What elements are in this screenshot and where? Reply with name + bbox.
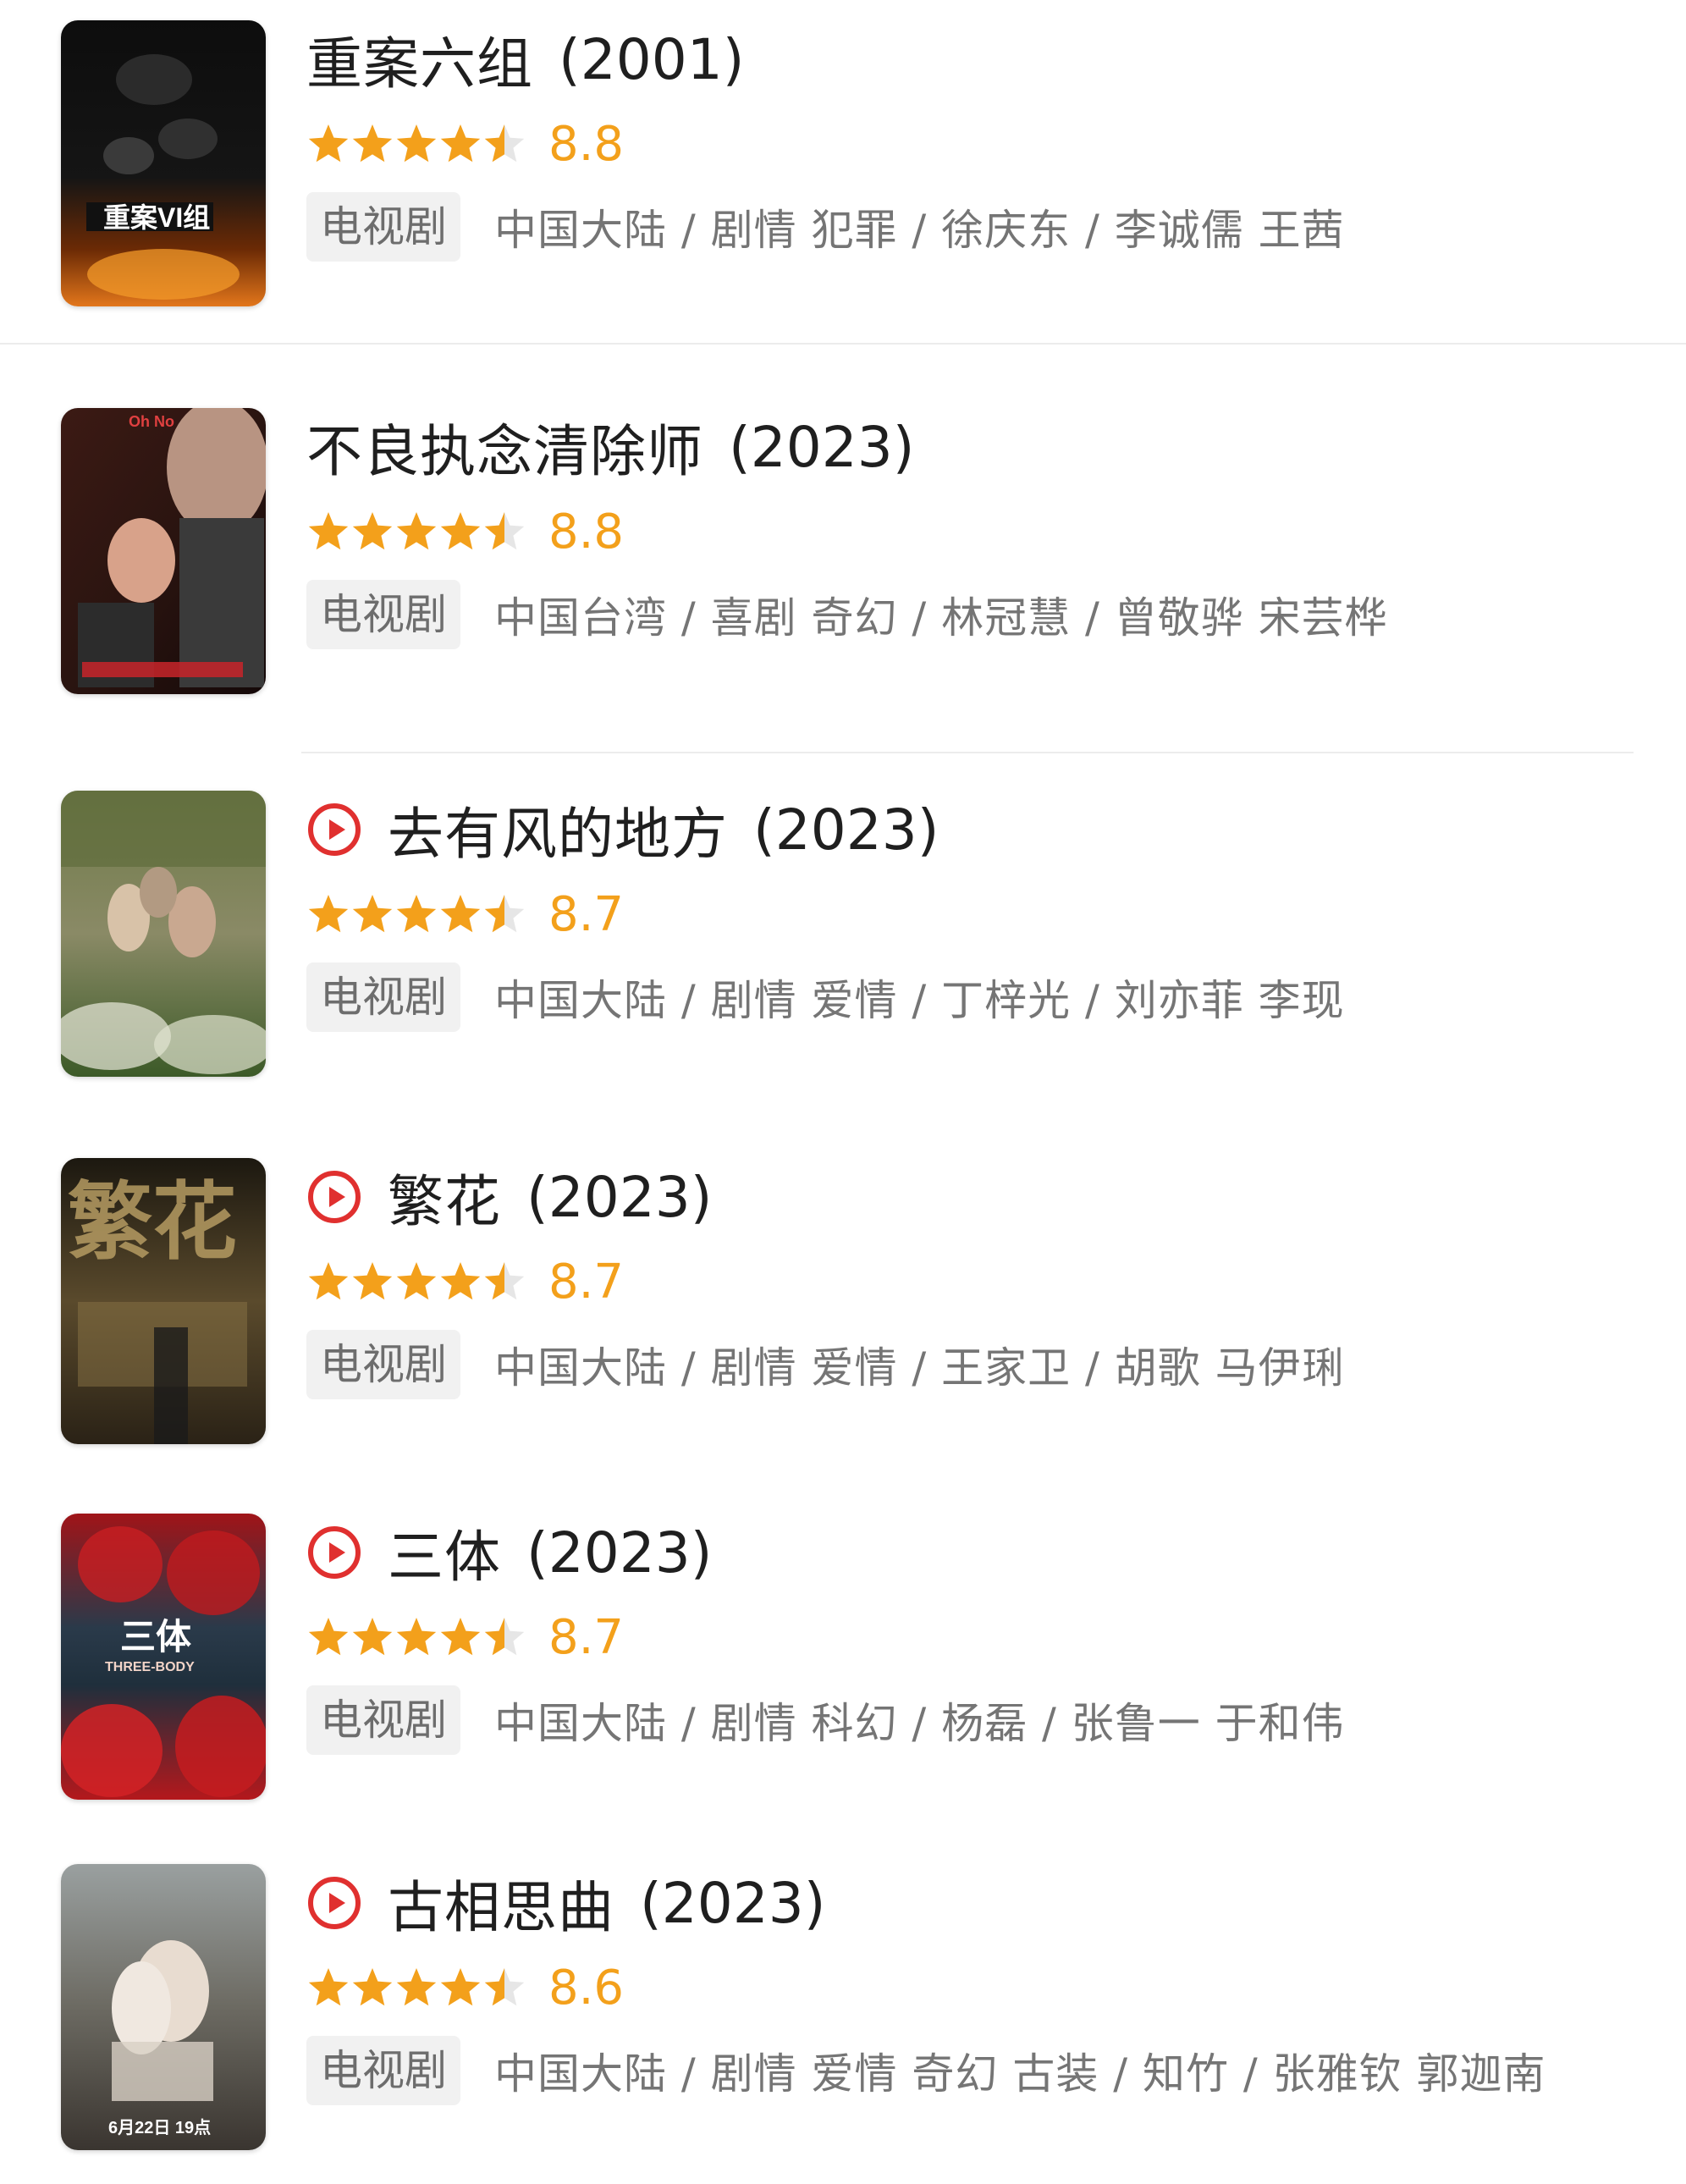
item-title[interactable]: 去有风的地方 [388,789,728,870]
item-info: 去有风的地方 (2023) 8.7 电视剧 中国大陆 / 剧情 爱情 / 丁梓光… [306,791,1627,1038]
star-rating-icon [308,512,525,550]
category-tag: 电视剧 [306,2036,460,2105]
poster-title-text: Oh No [129,413,174,430]
item-info: 古相思曲 (2023) 8.6 电视剧 中国大陆 / 剧情 爱情 奇幻 古装 /… [306,1864,1627,2111]
poster-image[interactable]: 6月22日 19点 [61,1864,266,2150]
item-year: (2001) [559,26,745,92]
rating-row: 8.6 [306,1945,1627,2030]
item-year: (2023) [526,1164,713,1230]
poster-art: 三体 THREE-BODY [61,1514,266,1800]
title-row[interactable]: 不良执念清除师 (2023) [306,408,1627,486]
rating-row: 8.7 [306,1239,1627,1324]
category-tag: 电视剧 [306,1685,460,1755]
play-icon[interactable] [306,1169,362,1225]
item-meta: 中国大陆 / 剧情 爱情 / 王家卫 / 胡歌 马伊琍 [494,1343,1345,1393]
list-item[interactable]: 三体 THREE-BODY 三体 (2023) 8.7 电视剧 中国大陆 / 剧… [0,1495,1686,1834]
star-rating-icon [308,1618,525,1656]
poster-art: Oh No [61,408,266,694]
poster-art: 繁花 [61,1158,266,1444]
item-meta: 中国大陆 / 剧情 犯罪 / 徐庆东 / 李诚儒 王茜 [494,206,1345,255]
poster-title-text: 6月22日 19点 [108,2118,211,2137]
rating-score: 8.7 [548,1254,625,1310]
item-title[interactable]: 古相思曲 [388,1862,614,1944]
meta-row: 电视剧 中国大陆 / 剧情 爱情 / 王家卫 / 胡歌 马伊琍 [306,1324,1627,1405]
poster-title-text: 繁花 [68,1172,237,1271]
title-row[interactable]: 重案六组 (2001) [306,20,1627,98]
poster-image[interactable]: 重案VI组 [61,20,266,306]
category-tag: 电视剧 [306,962,460,1032]
item-info: 不良执念清除师 (2023) 8.8 电视剧 中国台湾 / 喜剧 奇幻 / 林冠… [306,408,1627,655]
poster-subtitle-text: THREE-BODY [105,1660,195,1674]
rating-score: 8.6 [548,1960,625,2016]
rating-row: 8.8 [306,489,1627,574]
list-item[interactable]: 繁花 繁花 (2023) 8.7 电视剧 中国大陆 / 剧情 爱情 / 王家卫 … [0,1139,1686,1478]
meta-row: 电视剧 中国大陆 / 剧情 犯罪 / 徐庆东 / 李诚儒 王茜 [306,186,1627,267]
item-info: 重案六组 (2001) 8.8 电视剧 中国大陆 / 剧情 犯罪 / 徐庆东 /… [306,20,1627,267]
item-info: 三体 (2023) 8.7 电视剧 中国大陆 / 剧情 科幻 / 杨磊 / 张鲁… [306,1514,1627,1761]
title-row[interactable]: 古相思曲 (2023) [306,1864,1627,1942]
rating-row: 8.8 [306,102,1627,186]
poster-image[interactable]: 三体 THREE-BODY [61,1514,266,1800]
item-year: (2023) [526,1519,713,1586]
play-icon[interactable] [306,1875,362,1931]
rating-score: 8.8 [548,116,625,172]
item-title[interactable]: 不良执念清除师 [306,406,703,488]
title-row[interactable]: 繁花 (2023) [306,1158,1627,1236]
rating-score: 8.7 [548,886,625,942]
category-tag: 电视剧 [306,192,460,262]
list-item[interactable]: 去有风的地方 (2023) 8.7 电视剧 中国大陆 / 剧情 爱情 / 丁梓光… [0,772,1686,1111]
item-year: (2023) [753,797,939,863]
star-rating-icon [308,895,525,933]
item-title[interactable]: 重案六组 [306,19,533,100]
item-meta: 中国大陆 / 剧情 爱情 / 丁梓光 / 刘亦菲 李现 [494,976,1345,1025]
rating-score: 8.8 [548,504,625,560]
category-tag: 电视剧 [306,580,460,649]
meta-row: 电视剧 中国大陆 / 剧情 爱情 / 丁梓光 / 刘亦菲 李现 [306,957,1627,1038]
divider [0,343,1686,345]
poster-image[interactable]: 繁花 [61,1158,266,1444]
item-meta: 中国大陆 / 剧情 科幻 / 杨磊 / 张鲁一 于和伟 [494,1699,1345,1748]
poster-image[interactable] [61,791,266,1077]
poster-title-text: 三体 [120,1616,191,1657]
item-info: 繁花 (2023) 8.7 电视剧 中国大陆 / 剧情 爱情 / 王家卫 / 胡… [306,1158,1627,1405]
title-row[interactable]: 三体 (2023) [306,1514,1627,1591]
title-row[interactable]: 去有风的地方 (2023) [306,791,1627,869]
item-meta: 中国大陆 / 剧情 爱情 奇幻 古装 / 知竹 / 张雅钦 郭迦南 [494,2049,1546,2099]
poster-title-text: 重案VI组 [103,202,210,233]
list-item[interactable]: 重案VI组 重案六组 (2001) 8.8 电视剧 中国大陆 / 剧情 犯罪 /… [0,0,1686,339]
meta-row: 电视剧 中国大陆 / 剧情 科幻 / 杨磊 / 张鲁一 于和伟 [306,1679,1627,1761]
poster-art [61,791,266,1077]
play-icon[interactable] [306,1525,362,1580]
item-title[interactable]: 繁花 [388,1156,501,1238]
poster-art: 重案VI组 [61,20,266,306]
drama-list: 重案VI组 重案六组 (2001) 8.8 电视剧 中国大陆 / 剧情 犯罪 /… [0,0,1686,2167]
star-rating-icon [308,1968,525,2006]
item-year: (2023) [729,414,915,480]
item-title[interactable]: 三体 [388,1512,501,1593]
item-year: (2023) [640,1870,826,1936]
rating-score: 8.7 [548,1609,625,1665]
list-item[interactable]: Oh No 不良执念清除师 (2023) 8.8 电视剧 中国台湾 / 喜剧 奇… [0,389,1686,728]
star-rating-icon [308,1262,525,1300]
divider [301,752,1634,753]
meta-row: 电视剧 中国台湾 / 喜剧 奇幻 / 林冠慧 / 曾敬骅 宋芸桦 [306,574,1627,655]
category-tag: 电视剧 [306,1330,460,1399]
poster-art: 6月22日 19点 [61,1864,266,2150]
meta-row: 电视剧 中国大陆 / 剧情 爱情 奇幻 古装 / 知竹 / 张雅钦 郭迦南 [306,2030,1627,2111]
rating-row: 8.7 [306,1595,1627,1679]
star-rating-icon [308,124,525,163]
rating-row: 8.7 [306,872,1627,957]
poster-image[interactable]: Oh No [61,408,266,694]
item-meta: 中国台湾 / 喜剧 奇幻 / 林冠慧 / 曾敬骅 宋芸桦 [494,593,1388,643]
list-item[interactable]: 6月22日 19点 古相思曲 (2023) 8.6 电视剧 中国大陆 / 剧情 … [0,1845,1686,2184]
play-icon[interactable] [306,802,362,858]
